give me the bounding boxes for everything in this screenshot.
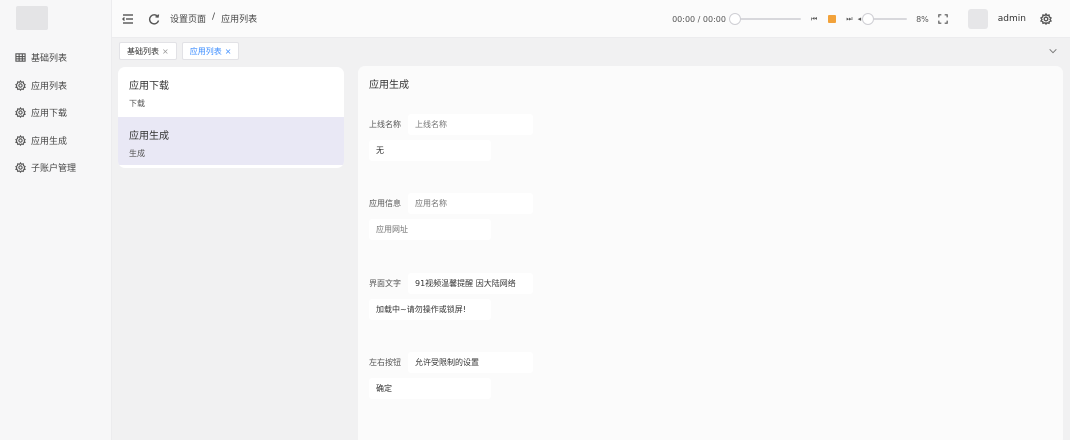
form-label: 左右按钮 [369, 358, 401, 367]
loading-text-field[interactable]: 加载中~请勿操作或锁屏! [369, 299, 491, 320]
list-item[interactable]: 应用生成 生成 [118, 117, 344, 165]
form-label: 应用信息 [369, 199, 401, 208]
header-right: 00:00 / 00:00 ⏮ ⏭ ◂ 8% admin [672, 0, 1070, 38]
tab-label: 基础列表 [127, 46, 159, 56]
breadcrumb-current: 应用列表 [221, 15, 258, 25]
sidebar: 基础列表 应用列表 应用下载 应用生成 子账户管理 [0, 0, 112, 440]
right-button-text-field[interactable]: 确定 [369, 378, 491, 399]
play-icon[interactable] [828, 15, 837, 23]
logo [16, 6, 48, 30]
sidebar-item-app-download[interactable]: 应用下载 [0, 99, 112, 127]
form-label: 上线名称 [369, 120, 401, 129]
gear-icon [15, 79, 26, 91]
sidebar-item-label: 子账户管理 [31, 164, 77, 175]
sidebar-nav: 基础列表 应用列表 应用下载 应用生成 子账户管理 [0, 44, 112, 182]
gear-icon [15, 162, 26, 174]
list-item-subtitle: 生成 [129, 149, 145, 158]
tab-basic-list[interactable]: 基础列表 × [119, 42, 177, 60]
list-item-subtitle: 下载 [129, 99, 145, 108]
form-title: 应用生成 [369, 80, 409, 91]
player-time: 00:00 / 00:00 [672, 14, 726, 24]
sidebar-item-basic-list[interactable]: 基础列表 [0, 44, 112, 72]
list-item[interactable]: 应用下载 下载 [118, 67, 344, 115]
username[interactable]: admin [998, 14, 1026, 24]
previous-icon[interactable]: ⏮ [811, 15, 817, 24]
tab-bar: 基础列表 × 应用列表 × [112, 38, 1070, 64]
form-label: 界面文字 [369, 279, 401, 288]
next-icon[interactable]: ⏭ [846, 15, 852, 24]
list-item-title: 应用生成 [129, 131, 169, 142]
gear-icon [15, 107, 26, 119]
chevron-down-icon[interactable] [1048, 46, 1058, 56]
menu-fold-icon[interactable] [122, 13, 134, 25]
form-panel: 应用生成 上线名称 无 应用信息 界面文字 91视频温馨提醒 因大陆网络 加载中… [358, 66, 1063, 440]
breadcrumb-settings[interactable]: 设置页面 [170, 12, 206, 25]
tab-app-list[interactable]: 应用列表 × [181, 42, 240, 60]
app-url-input[interactable] [369, 219, 491, 240]
volume-icon[interactable]: ◂ [858, 15, 862, 23]
online-name-value-field[interactable]: 无 [369, 140, 491, 161]
sidebar-item-label: 基础列表 [31, 54, 68, 65]
interface-text-field[interactable]: 91视频温馨提醒 因大陆网络 [408, 273, 533, 294]
close-icon[interactable]: × [225, 47, 232, 56]
left-button-text-field[interactable]: 允许受限制的设置 [408, 352, 533, 373]
sidebar-item-label: 应用列表 [31, 81, 68, 92]
volume-slider[interactable] [862, 13, 908, 25]
app-list-panel: 应用下载 下载 应用生成 生成 [118, 67, 344, 168]
tab-label: 应用列表 [189, 46, 222, 56]
close-icon[interactable]: × [162, 47, 169, 56]
gear-icon [15, 134, 26, 146]
volume-thumb[interactable] [862, 13, 875, 25]
top-header: 设置页面 / 应用列表 00:00 / 00:00 ⏮ ⏭ ◂ 8% admin [112, 0, 1070, 38]
sidebar-item-app-list[interactable]: 应用列表 [0, 72, 112, 100]
online-name-input[interactable] [408, 114, 533, 135]
settings-icon[interactable] [1040, 13, 1052, 25]
app-name-input[interactable] [408, 193, 533, 214]
breadcrumb: 设置页面 / 应用列表 [170, 12, 257, 25]
list-item-title: 应用下载 [129, 81, 169, 92]
avatar[interactable] [967, 9, 988, 29]
table-icon [15, 53, 26, 62]
refresh-icon[interactable] [148, 13, 160, 25]
breadcrumb-separator: / [212, 12, 216, 22]
sidebar-item-sub-accounts[interactable]: 子账户管理 [0, 154, 112, 182]
sidebar-item-label: 应用生成 [31, 136, 68, 147]
fullscreen-icon[interactable] [938, 14, 948, 24]
sidebar-item-label: 应用下载 [31, 109, 68, 120]
progress-slider[interactable] [728, 13, 801, 25]
progress-thumb[interactable] [728, 13, 741, 25]
volume-percent: 8% [916, 14, 929, 24]
sidebar-item-app-generate[interactable]: 应用生成 [0, 127, 112, 155]
